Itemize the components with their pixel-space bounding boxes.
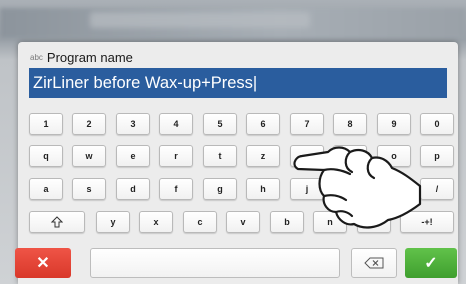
key[interactable]: f — [159, 178, 193, 200]
key-label: -+! — [421, 217, 433, 227]
close-icon: ✕ — [36, 255, 50, 272]
key-label: t — [218, 151, 222, 161]
key-label: f — [174, 184, 178, 194]
key-label: 6 — [260, 119, 266, 129]
key[interactable]: t — [203, 145, 237, 167]
key[interactable]: q — [29, 145, 63, 167]
key[interactable]: c — [183, 211, 217, 233]
key[interactable]: / — [420, 178, 454, 200]
key-label: 2 — [86, 119, 92, 129]
key[interactable]: p — [420, 145, 454, 167]
key-label: 1 — [43, 119, 49, 129]
key[interactable]: 4 — [159, 113, 193, 135]
key-label: 7 — [304, 119, 310, 129]
key-label: c — [197, 217, 203, 227]
key-label: d — [130, 184, 136, 194]
key-label: e — [130, 151, 136, 161]
shift-key[interactable] — [29, 211, 85, 233]
cancel-button[interactable]: ✕ — [15, 248, 71, 278]
key[interactable]: z — [246, 145, 280, 167]
abc-icon: abc — [30, 52, 43, 62]
blurred-title — [90, 12, 310, 28]
key-label: 3 — [130, 119, 136, 129]
key[interactable]: v — [226, 211, 260, 233]
key[interactable]: h — [246, 178, 280, 200]
key[interactable]: w — [72, 145, 106, 167]
backspace-icon — [364, 257, 384, 269]
key-label: 8 — [347, 119, 353, 129]
key[interactable]: 8 — [333, 113, 367, 135]
key-label: 9 — [391, 119, 397, 129]
key-label: z — [260, 151, 266, 161]
backspace-button[interactable] — [351, 248, 397, 278]
key-label: p — [434, 151, 440, 161]
key[interactable]: 6 — [246, 113, 280, 135]
key[interactable]: 7 — [290, 113, 324, 135]
key-label: / — [435, 184, 439, 194]
key[interactable]: x — [139, 211, 173, 233]
key[interactable]: 3 — [116, 113, 150, 135]
program-name-input[interactable]: ZirLiner before Wax-up+Press| — [29, 68, 447, 98]
dialog-header: abc Program name — [30, 48, 133, 66]
check-icon: ✓ — [424, 255, 438, 272]
key[interactable]: g — [203, 178, 237, 200]
key[interactable]: 2 — [72, 113, 106, 135]
key-label: g — [217, 184, 223, 194]
key[interactable]: a — [29, 178, 63, 200]
key-label: 5 — [217, 119, 223, 129]
key-label: b — [284, 217, 290, 227]
dialog-title: Program name — [46, 49, 133, 65]
key-label: 4 — [173, 119, 179, 129]
shift-icon — [51, 216, 63, 228]
key[interactable]: d — [116, 178, 150, 200]
key[interactable]: 5 — [203, 113, 237, 135]
key-label: s — [86, 184, 92, 194]
key[interactable]: s — [72, 178, 106, 200]
key[interactable]: e — [116, 145, 150, 167]
key[interactable]: 0 — [420, 113, 454, 135]
key-label: 0 — [434, 119, 440, 129]
key-label: w — [85, 151, 93, 161]
key-label: a — [43, 184, 49, 194]
key-label: y — [110, 217, 116, 227]
pointing-hand-icon — [293, 146, 422, 229]
key[interactable]: 9 — [377, 113, 411, 135]
spacebar[interactable] — [90, 248, 340, 278]
key-label: q — [43, 151, 49, 161]
key[interactable]: 1 — [29, 113, 63, 135]
key-label: h — [260, 184, 266, 194]
key[interactable]: y — [96, 211, 130, 233]
key[interactable]: r — [159, 145, 193, 167]
key-label: r — [174, 151, 178, 161]
key-label: v — [240, 217, 246, 227]
confirm-button[interactable]: ✓ — [405, 248, 457, 278]
key-label: x — [153, 217, 159, 227]
